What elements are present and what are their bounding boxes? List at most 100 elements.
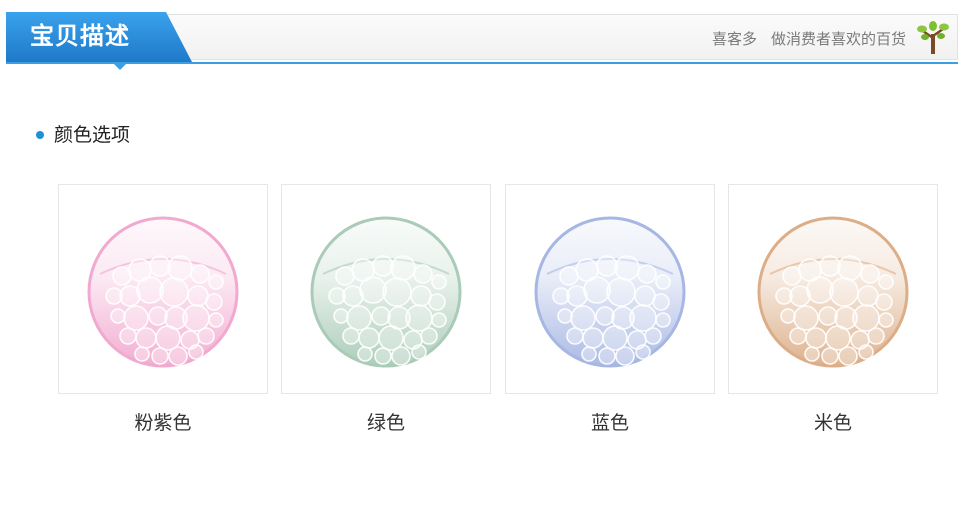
bubble-hole [806, 276, 834, 304]
bubble-hole [570, 305, 596, 331]
brand-tagline: 做消费者喜欢的百货 [770, 30, 906, 48]
bubble-hole [875, 293, 893, 311]
bubble-hole [151, 347, 169, 365]
option-label: 蓝色 [590, 412, 629, 434]
bubble-hole [829, 277, 859, 307]
bubble-hole [805, 327, 827, 349]
bubble-hole [867, 327, 885, 345]
color-options: 粉紫色 绿色 蓝色 米色 [58, 184, 938, 444]
color-option-green[interactable]: 绿色 [281, 184, 491, 436]
bubble-hole [390, 255, 416, 281]
section-title: 颜色选项 [36, 122, 130, 148]
section-label: 颜色选项 [54, 124, 131, 146]
bubble-hole [596, 255, 618, 277]
bubble-hole [428, 293, 446, 311]
bubble-hole [837, 255, 863, 281]
bubble-hole [637, 264, 657, 284]
bubble-hole [357, 346, 373, 362]
bubble-hole [413, 264, 433, 284]
option-label: 米色 [813, 412, 852, 434]
bubble-hole [821, 347, 839, 365]
bubble-hole [188, 344, 204, 360]
bubble-hole [857, 285, 879, 307]
bubble-hole [780, 308, 796, 324]
tab-pointer [113, 63, 127, 70]
bubble-hole [615, 346, 635, 366]
option-label: 粉紫色 [134, 412, 192, 434]
bubble-hole [789, 327, 807, 345]
bubble-hole [644, 327, 662, 345]
bubble-hole [655, 274, 671, 290]
bubble-hole [431, 312, 447, 328]
product-thumbnail[interactable] [58, 184, 268, 394]
bubble-hole [159, 277, 189, 307]
soap-holder-icon [310, 216, 462, 370]
bubble-hole [411, 344, 427, 360]
color-option-pink[interactable]: 粉紫色 [58, 184, 268, 436]
bubble-hole [838, 346, 858, 366]
option-label: 绿色 [366, 412, 405, 434]
brand-name: 喜客多 [711, 30, 757, 48]
bubble-hole [208, 274, 224, 290]
bubble-hole [168, 346, 188, 366]
bubble-hole [405, 304, 433, 332]
bubble-hole [371, 306, 391, 326]
bubble-hole [652, 293, 670, 311]
bubble-hole [134, 346, 150, 362]
bubble-hole [614, 255, 640, 281]
soap-holder-icon [534, 216, 686, 370]
bubble-hole [634, 285, 656, 307]
bubble-hole [359, 276, 387, 304]
bubble-hole [167, 255, 193, 281]
bubble-hole [342, 327, 360, 345]
bubble-hole [205, 293, 223, 311]
bubble-hole [583, 276, 611, 304]
bubble-hole [420, 327, 438, 345]
bubble-hole [878, 274, 894, 290]
bubble-hole [595, 306, 615, 326]
header-underline [6, 62, 958, 64]
bubble-hole [391, 346, 411, 366]
bubble-hole [566, 327, 584, 345]
bubble-hole [804, 346, 820, 362]
soap-holder-icon [757, 216, 909, 370]
bubble-hole [431, 274, 447, 290]
bubble-hole [135, 327, 157, 349]
bubble-hole [208, 312, 224, 328]
bubble-hole [110, 308, 126, 324]
tree-icon [917, 21, 949, 54]
bubble-hole [190, 264, 210, 284]
bubble-hole [197, 327, 215, 345]
color-option-blue[interactable]: 蓝色 [505, 184, 715, 436]
description-header: 宝贝描述 喜客多 做消费者喜欢的百货 [0, 0, 964, 72]
bubble-hole [606, 277, 636, 307]
bubble-hole [148, 306, 168, 326]
bubble-hole [793, 305, 819, 331]
bubble-hole [410, 285, 432, 307]
brand-slogan: 喜客多 做消费者喜欢的百货 [712, 28, 906, 49]
color-option-beige[interactable]: 米色 [728, 184, 938, 436]
bubble-hole [346, 305, 372, 331]
bubble-hole [860, 264, 880, 284]
bubble-hole [374, 347, 392, 365]
bubble-hole [818, 306, 838, 326]
bullet-icon [36, 131, 44, 139]
bubble-hole [372, 255, 394, 277]
bubble-hole [382, 277, 412, 307]
product-thumbnail[interactable] [281, 184, 491, 394]
product-thumbnail[interactable] [728, 184, 938, 394]
page-title: 宝贝描述 [30, 22, 130, 50]
product-thumbnail[interactable] [505, 184, 715, 394]
bubble-hole [852, 304, 880, 332]
bubble-hole [182, 304, 210, 332]
bubble-hole [557, 308, 573, 324]
bubble-hole [333, 308, 349, 324]
bubble-hole [119, 327, 137, 345]
bubble-hole [819, 255, 841, 277]
soap-holder-icon [87, 216, 239, 370]
bubble-hole [582, 327, 604, 349]
bubble-hole [187, 285, 209, 307]
bubble-hole [136, 276, 164, 304]
bubble-hole [149, 255, 171, 277]
bubble-hole [878, 312, 894, 328]
